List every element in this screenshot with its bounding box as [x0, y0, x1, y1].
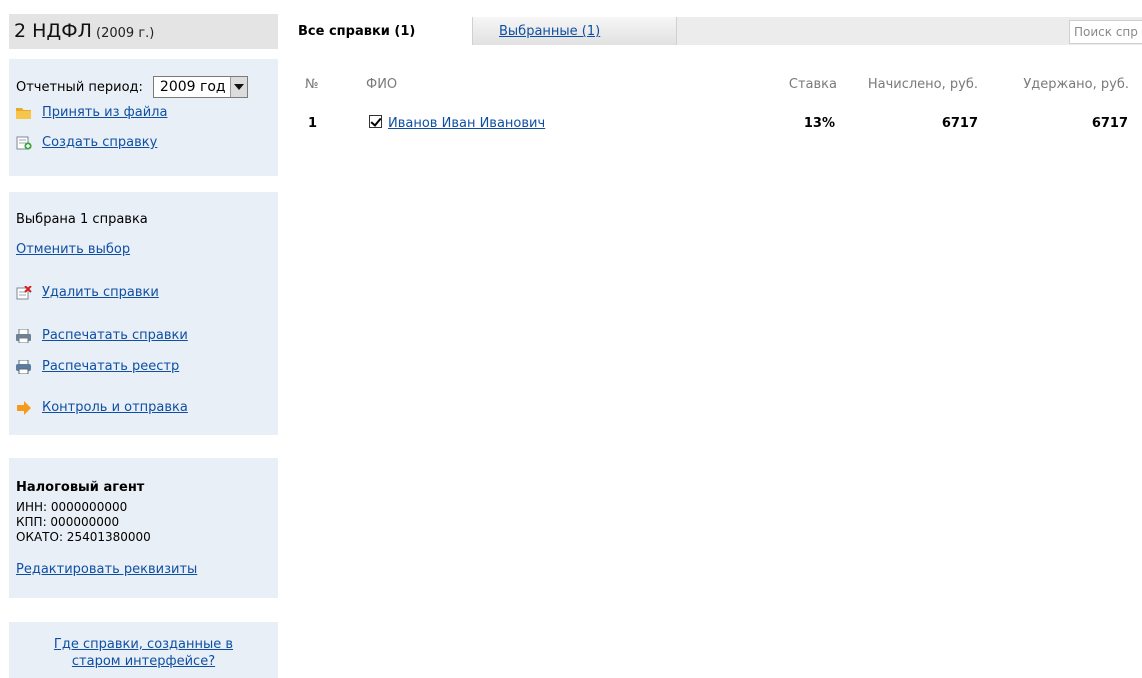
column-header-rate: Ставка — [788, 77, 837, 92]
selection-status-text: Выбрана 1 справка — [16, 212, 148, 227]
tabs-bar: Все справки (1) Выбранные (1) — [287, 17, 1142, 45]
old-interface-link-line1[interactable]: Где справки, созданные в — [54, 637, 233, 652]
period-select-value: 2009 год — [159, 79, 226, 95]
tax-agent-title: Налоговый агент — [16, 480, 145, 495]
tax-agent-okato: ОКАТО: 25401380000 — [16, 530, 151, 544]
row-accrued: 6717 — [941, 116, 978, 131]
old-interface-panel: Где справки, созданные в старом интерфей… — [9, 622, 278, 678]
tab-selected[interactable]: Выбранные (1) — [472, 17, 677, 45]
column-header-number: № — [305, 77, 319, 92]
column-header-withheld: Удержано, руб. — [1023, 77, 1129, 92]
import-from-file-item[interactable]: Принять из файла — [16, 105, 167, 120]
selection-panel: Выбрана 1 справка Отменить выбор Удалить… — [9, 192, 278, 435]
tab-all-certificates[interactable]: Все справки (1) — [287, 17, 472, 45]
cancel-selection-item[interactable]: Отменить выбор — [16, 242, 130, 257]
row-name-link[interactable]: Иванов Иван Иванович — [388, 116, 545, 131]
page-title-text: 2 НДФЛ — [14, 20, 92, 42]
print-registry-link[interactable]: Распечатать реестр — [42, 359, 179, 374]
page-title-year: (2009 г.) — [96, 26, 155, 41]
tab-selected-label[interactable]: Выбранные (1) — [499, 24, 600, 39]
create-certificate-item[interactable]: Создать справку — [16, 135, 157, 150]
edit-requisites-link[interactable]: Редактировать реквизиты — [16, 562, 197, 577]
old-interface-link[interactable]: Где справки, созданные в старом интерфей… — [9, 636, 278, 670]
column-header-name: ФИО — [366, 77, 398, 92]
period-panel: Отчетный период: 2009 год Принять из фай… — [9, 59, 278, 176]
row-name-link-wrap[interactable]: Иванов Иван Иванович — [388, 116, 545, 131]
chevron-down-icon[interactable] — [229, 77, 247, 97]
period-row: Отчетный период: 2009 год — [16, 76, 248, 98]
control-and-send-link[interactable]: Контроль и отправка — [42, 400, 188, 415]
delete-document-icon — [16, 285, 32, 299]
printer-icon — [16, 359, 31, 374]
search-input[interactable] — [1069, 20, 1142, 44]
row-number: 1 — [308, 116, 318, 131]
selection-status: Выбрана 1 справка — [16, 212, 148, 227]
left-sidebar: 2 НДФЛ (2009 г.) Отчетный период: 2009 г… — [9, 0, 278, 678]
period-select[interactable]: 2009 год — [152, 76, 248, 98]
tax-agent-inn: ИНН: 0000000000 — [16, 500, 128, 514]
print-certificates-item[interactable]: Распечатать справки — [16, 328, 188, 343]
arrow-right-icon — [17, 400, 31, 415]
print-certificates-link[interactable]: Распечатать справки — [42, 328, 188, 343]
edit-requisites-item[interactable]: Редактировать реквизиты — [16, 562, 197, 577]
print-document-icon — [16, 328, 31, 343]
create-certificate-link[interactable]: Создать справку — [42, 135, 157, 150]
row-checkbox[interactable] — [369, 115, 382, 128]
delete-certificates-item[interactable]: Удалить справки — [16, 285, 159, 300]
row-rate: 13% — [803, 116, 835, 131]
old-interface-link-line2[interactable]: старом интерфейсе? — [72, 654, 215, 669]
add-document-icon — [16, 136, 32, 150]
print-registry-item[interactable]: Распечатать реестр — [16, 359, 179, 374]
control-and-send-item[interactable]: Контроль и отправка — [16, 400, 188, 415]
cancel-selection-link[interactable]: Отменить выбор — [16, 242, 130, 257]
column-header-accrued: Начислено, руб. — [867, 77, 978, 92]
folder-icon — [16, 107, 31, 119]
row-withheld: 6717 — [1091, 116, 1128, 131]
page-title: 2 НДФЛ (2009 г.) — [9, 14, 278, 49]
period-label: Отчетный период: — [16, 79, 143, 95]
tax-agent-panel: Налоговый агент ИНН: 0000000000 КПП: 000… — [9, 458, 278, 598]
tax-agent-kpp: КПП: 000000000 — [16, 515, 120, 529]
delete-certificates-link[interactable]: Удалить справки — [42, 285, 159, 300]
import-from-file-link[interactable]: Принять из файла — [42, 105, 167, 120]
